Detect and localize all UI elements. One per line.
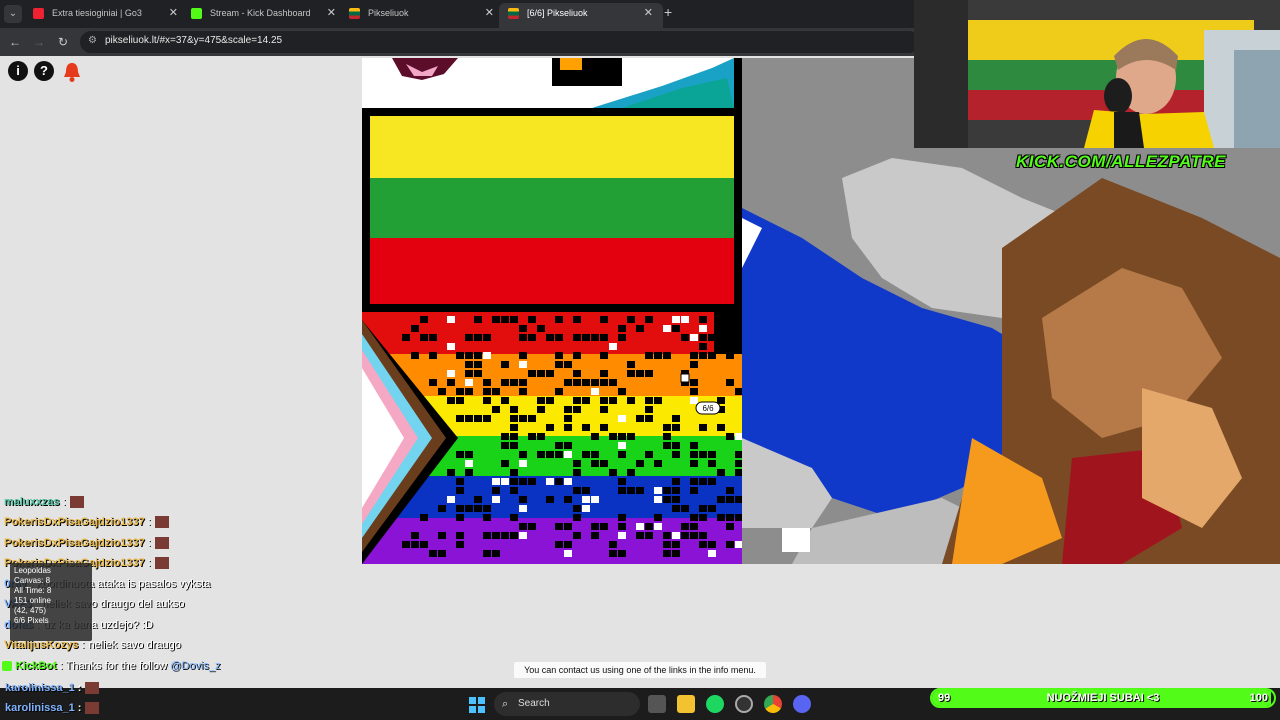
tab-label: [6/6] Pikseliuok — [527, 8, 588, 18]
kick-channel-overlay: KICK.COM/ALLEZPATRE — [1016, 152, 1227, 171]
pikseliuok-icon — [508, 8, 519, 19]
canvas-count: Canvas: 8 — [14, 576, 51, 585]
pixel-info-popup: Leopoldas Canvas: 8 All Time: 8 151 onli… — [10, 563, 92, 641]
pixel-canvas[interactable]: 6/6 — [362, 58, 742, 564]
chat-separator: : — [144, 557, 151, 569]
close-icon[interactable]: ✕ — [327, 3, 336, 24]
search-label: Search — [518, 698, 550, 709]
emote-icon — [154, 537, 169, 550]
tab-label: Extra tiesioginiai | Go3 — [52, 8, 142, 18]
search-icon: ⌕ — [502, 698, 509, 710]
sub-goal-bar: 99 NUOŽMIEJI SUBAI <3 100 — [930, 688, 1276, 708]
all-time-count: All Time: 8 — [14, 586, 52, 595]
pixel-owner-name: Leopoldas — [14, 566, 51, 575]
chat-username[interactable]: PokerisDxPisaGajdzio1337 — [4, 537, 145, 549]
chat-message: PokerisDxPisaGajdzio1337 : — [4, 537, 169, 555]
pixel-coordinates: (42, 475) — [14, 606, 47, 615]
windows-start-icon[interactable] — [469, 697, 485, 713]
emote-icon — [154, 557, 169, 570]
webcam-feed — [914, 0, 1280, 148]
obs-icon[interactable] — [735, 695, 753, 713]
forward-icon[interactable]: → — [30, 33, 48, 51]
tab-pikseliuok[interactable]: Pikseliuok ✕ — [340, 3, 504, 28]
new-tab-button[interactable]: + — [664, 4, 672, 20]
chrome-icon[interactable] — [764, 695, 782, 713]
chat-message: maluxxzas : — [4, 496, 84, 514]
bell-icon[interactable] — [62, 61, 82, 83]
emote-icon — [85, 702, 100, 715]
site-info-icon[interactable]: ⚙ — [88, 35, 100, 47]
kickbot-mention: @Dovis_z — [170, 660, 221, 672]
cursor-counter: 6/6 — [702, 404, 714, 413]
close-icon[interactable]: ✕ — [169, 3, 178, 24]
chat-text: neliek savo draugo — [88, 639, 181, 651]
tab-pikseliuok-active[interactable]: [6/6] Pikseliuok ✕ — [499, 3, 663, 28]
file-explorer-icon[interactable] — [677, 695, 695, 713]
tab-search-button[interactable]: ⌄ — [4, 5, 22, 23]
spotify-icon[interactable] — [706, 695, 724, 713]
kick-icon — [191, 8, 202, 19]
sub-goal-target: 100 — [1249, 692, 1268, 704]
taskbar-search[interactable]: ⌕ Search — [494, 692, 640, 716]
chat-message: VitalijusKozys : neliek savo draugo — [4, 639, 181, 657]
chat-separator: : — [74, 682, 82, 694]
side-chat-message: karolinissa_1 : — [5, 682, 100, 695]
back-icon[interactable]: ← — [6, 33, 24, 51]
chat-message: PokerisDxPisaGajdzio1337 : — [4, 516, 169, 534]
kickbot-text: : Thanks for the follow — [59, 660, 168, 672]
pixels-available: 6/6 Pixels — [14, 616, 49, 625]
kickbot-message: KickBot : Thanks for the follow @Dovis_z — [2, 660, 220, 672]
contact-notice: You can contact us using one of the link… — [514, 662, 766, 678]
webcam-overlay — [914, 0, 1280, 148]
side-chat-message: karolinissa_1 : — [5, 702, 100, 715]
canvas-artwork: 6/6 — [362, 58, 742, 564]
info-icon[interactable]: i — [8, 61, 28, 81]
kickbot-username: KickBot — [15, 660, 57, 672]
pixel-cursor-icon — [680, 373, 690, 383]
emote-icon — [85, 682, 100, 695]
sub-goal-label: NUOŽMIEJI SUBAI <3 — [1046, 692, 1160, 704]
task-view-icon[interactable] — [648, 695, 666, 713]
chat-separator: : — [59, 496, 66, 508]
url-input[interactable]: ⚙ pikseliuok.lt/#x=37&y=475&scale=14.25 — [80, 31, 920, 53]
reload-icon[interactable]: ↻ — [54, 33, 72, 51]
chat-separator: : — [144, 537, 151, 549]
online-count: 151 online — [14, 596, 51, 605]
emote-icon — [154, 516, 169, 529]
tab-go3[interactable]: Extra tiesioginiai | Go3 ✕ — [24, 3, 188, 28]
chat-separator: : — [74, 702, 82, 714]
chat-separator: : — [144, 516, 151, 528]
bot-badge-icon — [2, 661, 12, 672]
tab-label: Stream - Kick Dashboard — [210, 8, 311, 18]
chat-username[interactable]: karolinissa_1 — [5, 702, 75, 714]
tab-label: Pikseliuok — [368, 8, 409, 18]
close-icon[interactable]: ✕ — [644, 3, 653, 24]
chat-username[interactable]: PokerisDxPisaGajdzio1337 — [4, 516, 145, 528]
close-icon[interactable]: ✕ — [485, 3, 494, 24]
discord-icon[interactable] — [793, 695, 811, 713]
chat-username[interactable]: karolinissa_1 — [5, 682, 75, 694]
emote-icon — [69, 496, 84, 509]
pikseliuok-icon — [349, 8, 360, 19]
help-icon[interactable]: ? — [34, 61, 54, 81]
url-text: pikseliuok.lt/#x=37&y=475&scale=14.25 — [105, 35, 283, 46]
go3-icon — [33, 8, 44, 19]
chat-username[interactable]: maluxxzas — [4, 496, 60, 508]
tab-kick-dashboard[interactable]: Stream - Kick Dashboard ✕ — [182, 3, 346, 28]
